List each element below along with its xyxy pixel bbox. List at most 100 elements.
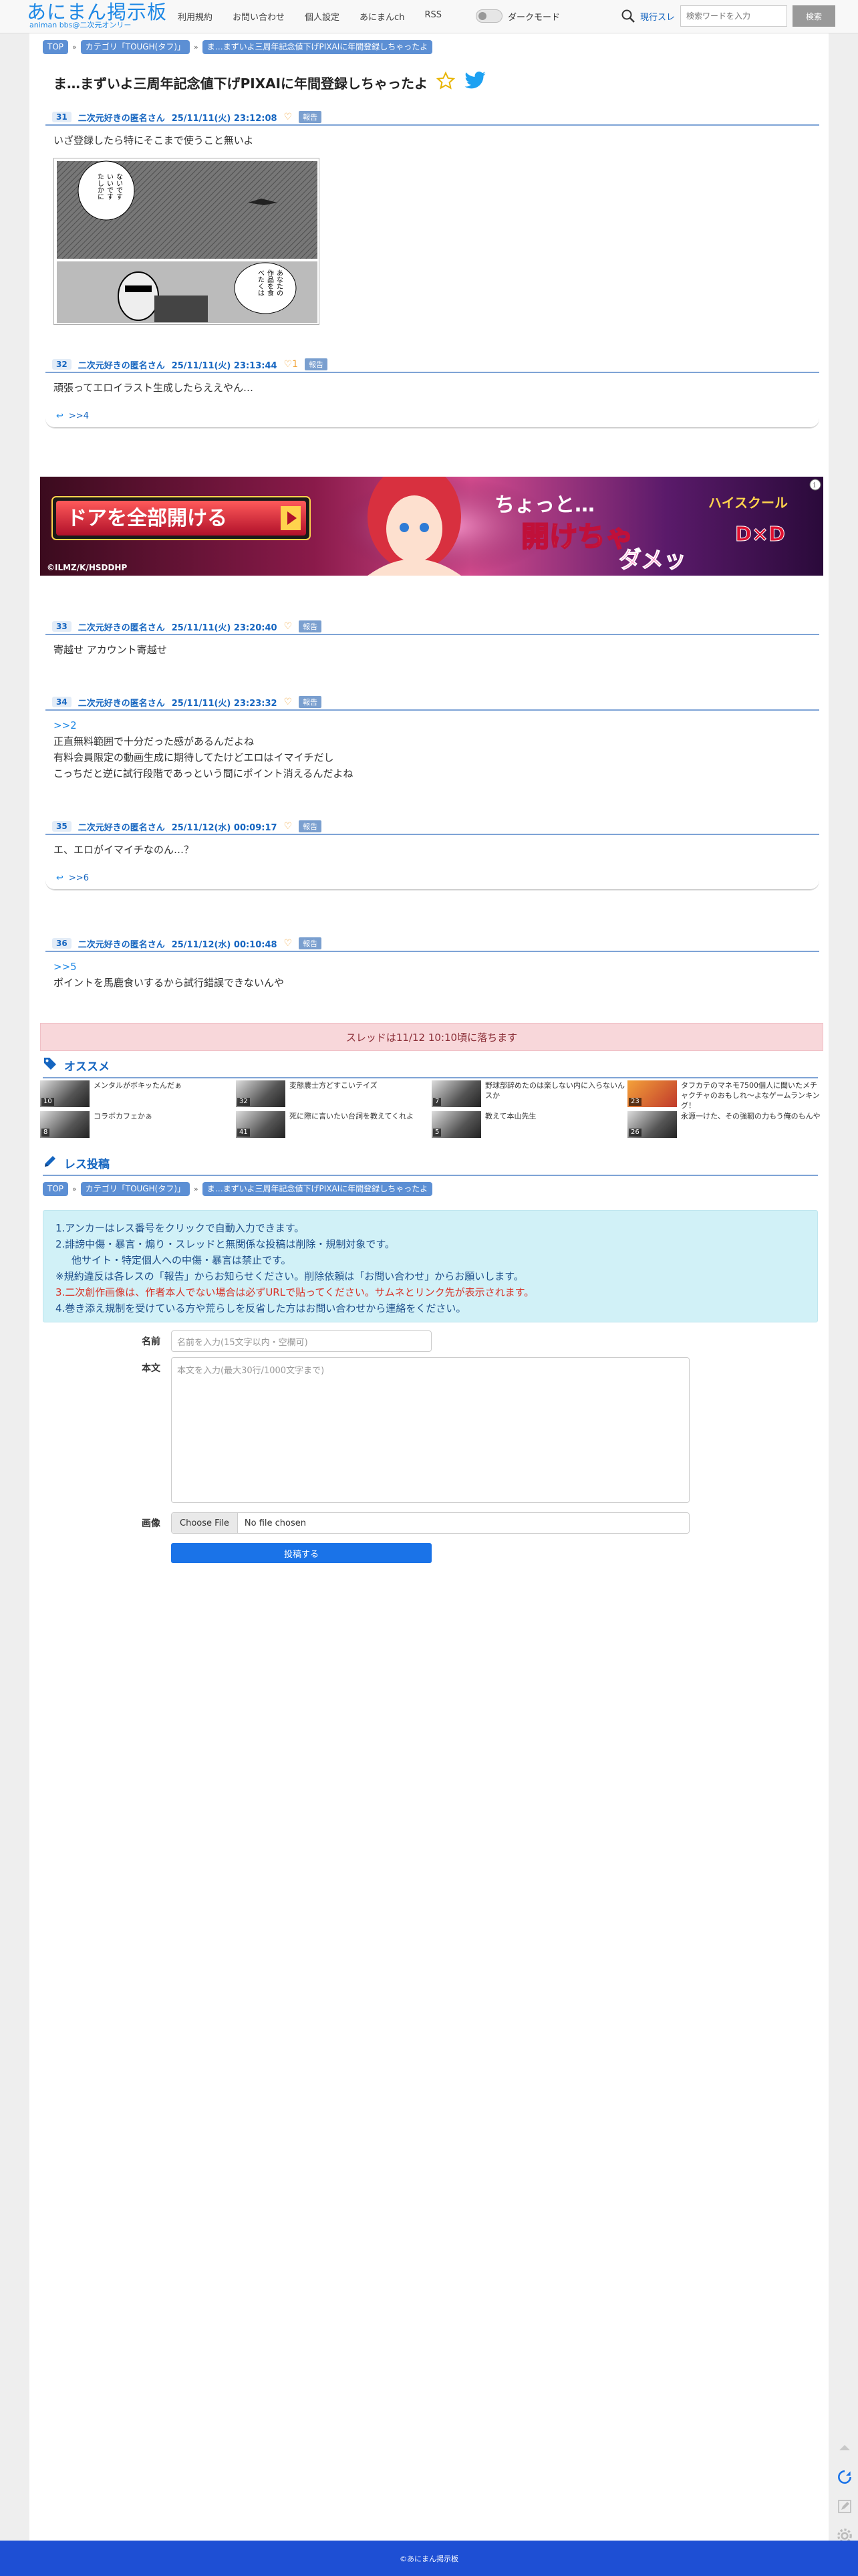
like-count: 1: [292, 359, 299, 370]
recommend-item-title[interactable]: 永源一けた、その強靭の力もう俺のもんや: [681, 1111, 821, 1139]
post-author: 二次元好きの匿名さん: [78, 113, 165, 124]
recommend-item[interactable]: 23 タフカテのマネモ7500個人に聞いたメチャクチャのおもしれ〜よなゲームラン…: [627, 1080, 823, 1110]
recommend-item-title[interactable]: 教えて本山先生: [485, 1111, 536, 1139]
ad-banner[interactable]: ドアを全部開ける ちょっと… 開けちゃ ダメッ ハイスクール D×D ©ILMZ…: [40, 477, 823, 576]
recommend-item[interactable]: 41 死に際に言いたい台詞を教えてくれよ: [236, 1111, 432, 1139]
recommend-heading: オススメ: [43, 1056, 818, 1078]
search-scope[interactable]: 現行スレ: [640, 10, 675, 23]
dark-mode-toggle[interactable]: ダークモード: [476, 9, 560, 23]
thread-closing-notice: スレッドは11/12 10:10頃に落ちます: [40, 1023, 823, 1051]
recommend-thumbnail[interactable]: 23: [627, 1080, 677, 1107]
post-form-heading: レス投稿: [43, 1154, 818, 1176]
image-file-input[interactable]: Choose File No file chosen: [171, 1512, 690, 1534]
recommend-thumbnail[interactable]: 8: [40, 1111, 90, 1138]
anchor-link[interactable]: >>2: [53, 717, 811, 733]
body-textarea[interactable]: 本文を入力(最大30行/1000文字まで): [171, 1357, 690, 1503]
post-date: 25/11/12(水) 00:10:48: [171, 939, 277, 950]
res-number[interactable]: 31: [52, 112, 72, 122]
recommend-count: 23: [629, 1098, 641, 1106]
anchor-link[interactable]: >>5: [53, 959, 811, 975]
recommend-item[interactable]: 26 永源一けた、その強靭の力もう俺のもんや: [627, 1111, 823, 1139]
nav-terms[interactable]: 利用規約: [178, 10, 212, 23]
side-toolbar: [831, 2434, 858, 2552]
nav-settings[interactable]: 個人設定: [305, 10, 339, 23]
choose-file-button[interactable]: Choose File: [172, 1513, 238, 1533]
body-label: 本文: [142, 1363, 160, 1374]
search-input[interactable]: [680, 5, 788, 27]
submit-post-button[interactable]: 投稿する: [171, 1543, 432, 1563]
breadcrumb-thread[interactable]: ま…まずいよ三周年記念値下げPIXAIに年間登録しちゃったよ: [202, 40, 433, 54]
report-button[interactable]: 報告: [299, 820, 322, 832]
recommend-thumbnail[interactable]: 10: [40, 1080, 90, 1107]
report-button[interactable]: 報告: [299, 620, 322, 632]
dark-mode-switch[interactable]: [476, 9, 503, 23]
post-text-line: 寄越せ アカウント寄越せ: [53, 644, 167, 656]
image-label: 画像: [142, 1518, 160, 1529]
recommend-count: 10: [41, 1098, 54, 1106]
reply-from-link[interactable]: >>6: [69, 873, 89, 883]
recommend-list: 10 メンタルがボキッたんだぁ 32 変態農士方どすこいテイズ 7 野球部辞めた…: [40, 1080, 823, 1142]
like-heart-icon[interactable]: ♡: [284, 621, 293, 632]
breadcrumb-top[interactable]: TOP: [43, 40, 69, 54]
like-heart-icon[interactable]: ♡: [284, 697, 293, 707]
main-content: TOP » カテゴリ「TOUGH(タフ)」 » ま…まずいよ三周年記念値下げPI…: [29, 33, 829, 2541]
recommend-item[interactable]: 32 変態農士方どすこいテイズ: [236, 1080, 432, 1108]
favorite-star-icon[interactable]: [436, 71, 456, 94]
res-number[interactable]: 33: [52, 621, 72, 632]
post-body: 寄越せ アカウント寄越せ: [45, 635, 819, 658]
res-number[interactable]: 35: [52, 821, 72, 832]
nav-contact[interactable]: お問い合わせ: [233, 10, 285, 23]
reload-icon[interactable]: [831, 2464, 858, 2490]
post-body: 頑張ってエロイラスト生成したらええやん…: [45, 373, 819, 396]
nav-animanch[interactable]: あにまんch: [360, 10, 404, 23]
reply-from-link[interactable]: >>4: [69, 411, 89, 421]
recommend-item[interactable]: 10 メンタルがボキッたんだぁ: [40, 1080, 236, 1108]
res-number[interactable]: 34: [52, 697, 72, 707]
recommend-item-title[interactable]: コラボカフェかぁ: [94, 1111, 152, 1139]
recommend-thumbnail[interactable]: 41: [236, 1111, 285, 1138]
recommend-thumbnail[interactable]: 5: [432, 1111, 481, 1138]
thread-title-text: ま…まずいよ三周年記念値下げPIXAIに年間登録しちゃったよ: [53, 76, 428, 92]
name-field[interactable]: 名前を入力(15文字以内・空欄可): [171, 1330, 432, 1352]
breadcrumb-thread[interactable]: ま…まずいよ三周年記念値下げPIXAIに年間登録しちゃったよ: [202, 1182, 433, 1196]
res-number[interactable]: 32: [52, 359, 72, 370]
recommend-thumbnail[interactable]: 7: [432, 1080, 481, 1107]
manga-image[interactable]: ないです いいです たしかに あなたの 作品を食 べたくは: [53, 158, 319, 325]
write-icon[interactable]: [831, 2493, 858, 2520]
recommend-item-title[interactable]: 変態農士方どすこいテイズ: [289, 1080, 378, 1108]
search-button[interactable]: 検索: [793, 5, 836, 27]
nav-rss[interactable]: RSS: [424, 10, 442, 23]
breadcrumb-top[interactable]: TOP: [43, 1182, 69, 1196]
recommend-item[interactable]: 8 コラボカフェかぁ: [40, 1111, 236, 1139]
post-text-line: 有料会員限定の動画生成に期待してたけどエロはイマイチだし: [53, 751, 334, 764]
recommend-item[interactable]: 7 野球部辞めたのは楽しない内に入らないんスか: [432, 1080, 627, 1108]
like-heart-icon[interactable]: ♡: [284, 938, 293, 949]
ad-copyright: ©ILMZ/K/HSDDHP: [47, 563, 127, 572]
post-text-line: 頑張ってエロイラスト生成したらええやん…: [53, 382, 253, 394]
breadcrumb-category[interactable]: カテゴリ「TOUGH(タフ)」: [80, 40, 190, 54]
site-logo[interactable]: あにまん掲示板 animan bbs@二次元オンリー: [27, 1, 167, 29]
scroll-top-icon[interactable]: [831, 2434, 858, 2461]
breadcrumb-separator: »: [194, 1185, 198, 1193]
recommend-item-title[interactable]: メンタルがボキッたんだぁ: [94, 1080, 182, 1108]
recommend-thumbnail[interactable]: 26: [627, 1111, 677, 1138]
breadcrumb-category[interactable]: カテゴリ「TOUGH(タフ)」: [80, 1182, 190, 1196]
file-status: No file chosen: [244, 1518, 306, 1528]
report-button[interactable]: 報告: [299, 937, 322, 949]
res-number[interactable]: 36: [52, 938, 72, 949]
recommend-item-title[interactable]: 死に際に言いたい台詞を教えてくれよ: [289, 1111, 414, 1139]
like-heart-icon[interactable]: ♡: [284, 821, 293, 832]
like-heart-icon[interactable]: ♡: [284, 112, 293, 122]
report-button[interactable]: 報告: [299, 111, 322, 123]
report-button[interactable]: 報告: [305, 358, 328, 370]
recommend-item-title[interactable]: タフカテのマネモ7500個人に聞いたメチャクチャのおもしれ〜よなゲームランキング…: [681, 1080, 823, 1110]
recommend-item-title[interactable]: 野球部辞めたのは楽しない内に入らないんスか: [485, 1080, 627, 1108]
report-button[interactable]: 報告: [299, 696, 322, 708]
search-icon[interactable]: [616, 4, 640, 28]
body-row: 本文 本文を入力(最大30行/1000文字まで): [127, 1357, 690, 1503]
recommend-thumbnail[interactable]: 32: [236, 1080, 285, 1107]
recommend-item[interactable]: 5 教えて本山先生: [432, 1111, 627, 1139]
like-heart-icon[interactable]: ♡1: [284, 359, 298, 370]
twitter-share-icon[interactable]: [464, 71, 486, 94]
post-33: 33 二次元好きの匿名さん 25/11/11(火) 23:20:40 ♡ 報告 …: [45, 619, 819, 658]
